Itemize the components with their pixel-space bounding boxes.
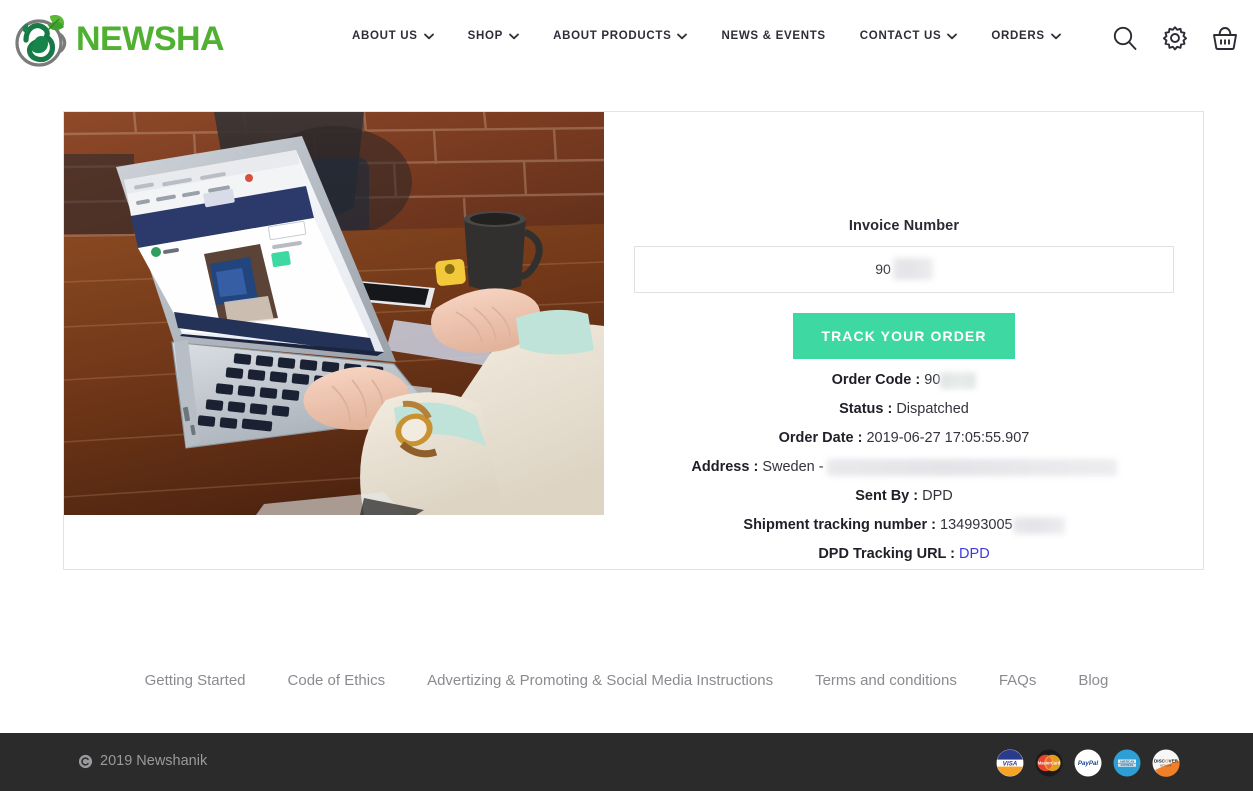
chevron-down-icon (677, 33, 688, 40)
svg-text:AMERICAN: AMERICAN (1120, 759, 1135, 763)
header-icon-group (1111, 24, 1239, 52)
nav-label: NEWS & EVENTS (721, 30, 826, 42)
detail-value: DPD (922, 488, 953, 504)
nav-label: ABOUT US (352, 30, 418, 42)
mastercard-badge-icon: MasterCard (1035, 749, 1063, 777)
dpd-tracking-link[interactable]: DPD (959, 546, 990, 562)
detail-value: Dispatched (896, 401, 969, 417)
detail-label: Address : (691, 459, 759, 475)
detail-row-address: Address : Sweden - (604, 453, 1204, 482)
footer-link-bar: Getting Started Code of Ethics Advertizi… (0, 672, 1253, 689)
invoice-number-value: 90 (875, 261, 891, 278)
detail-value: Sweden - (762, 459, 824, 475)
detail-label: Shipment tracking number : (743, 517, 936, 533)
order-details-panel: Invoice Number 90 TRACK YOUR ORDER Order… (604, 112, 1204, 569)
address-redaction (826, 458, 1117, 476)
chevron-down-icon (423, 33, 434, 40)
basket-icon[interactable] (1211, 24, 1239, 52)
nav-label: ABOUT PRODUCTS (553, 30, 672, 42)
nav-label: SHOP (467, 30, 504, 42)
visa-badge-icon: VISA (996, 749, 1024, 777)
tracking-number-redaction (1012, 516, 1065, 534)
detail-row-order-code: Order Code : 90 (604, 366, 1204, 395)
invoice-number-label: Invoice Number (848, 218, 960, 234)
svg-text:EXPRESS: EXPRESS (1121, 763, 1134, 767)
detail-label: Order Date : (778, 430, 863, 446)
footer-link-terms-and-conditions[interactable]: Terms and conditions (815, 672, 957, 689)
chevron-down-icon (1050, 33, 1061, 40)
nav-label: CONTACT US (859, 30, 942, 42)
detail-label: Sent By : (855, 488, 919, 504)
nav-item-about-products[interactable]: ABOUT PRODUCTS (553, 30, 688, 42)
detail-row-sent-by: Sent By : DPD (604, 482, 1204, 511)
footer-link-code-of-ethics[interactable]: Code of Ethics (288, 672, 386, 689)
nav-item-about-us[interactable]: ABOUT US (352, 30, 434, 42)
nav-item-shop[interactable]: SHOP (468, 30, 519, 42)
discover-badge-icon: DISCOVER NETWORK (1152, 749, 1180, 777)
detail-row-dpd-tracking-url: DPD Tracking URL : DPD (604, 540, 1204, 569)
svg-text:PayPal: PayPal (1078, 760, 1099, 767)
copyright-icon (78, 754, 93, 769)
invoice-number-redaction (892, 258, 933, 281)
paypal-badge-icon: PayPal (1074, 749, 1102, 777)
svg-text:DISCOVER: DISCOVER (1154, 759, 1179, 764)
footer-link-faqs[interactable]: FAQs (999, 672, 1037, 689)
invoice-number-input[interactable]: 90 (634, 246, 1174, 293)
footer-link-getting-started[interactable]: Getting Started (145, 672, 246, 689)
bottom-bar: 2019 Newshanik VISA MasterCard PayPal AM… (0, 733, 1253, 791)
detail-value: 134993005 (940, 517, 1013, 533)
newsha-swan-teapot-logo-icon (12, 10, 80, 68)
search-icon[interactable] (1111, 24, 1139, 52)
detail-label: Status : (839, 401, 893, 417)
detail-row-order-date: Order Date : 2019-06-27 17:05:55.907 (604, 424, 1204, 453)
detail-value: 90 (924, 372, 941, 388)
chevron-down-icon (509, 33, 519, 40)
gear-icon[interactable] (1161, 24, 1189, 52)
chevron-down-icon (947, 33, 958, 40)
hero-photo (64, 112, 604, 515)
amex-badge-icon: AMERICAN EXPRESS (1113, 749, 1141, 777)
order-code-redaction (940, 371, 977, 389)
site-logo[interactable]: NEWSHA (12, 10, 225, 68)
svg-text:VISA: VISA (1003, 760, 1018, 767)
copyright-notice: 2019 Newshanik (78, 753, 207, 769)
detail-label: Order Code : (831, 372, 921, 388)
nav-item-orders[interactable]: ORDERS (991, 30, 1061, 42)
order-tracking-card: Invoice Number 90 TRACK YOUR ORDER Order… (63, 111, 1204, 570)
page-root: NEWSHA ABOUT US SHOP ABOUT PRODUCTS NEWS… (0, 0, 1253, 791)
order-detail-list: Order Code : 90 Status : Dispatched Orde… (604, 366, 1204, 569)
nav-item-contact-us[interactable]: CONTACT US (860, 30, 958, 42)
detail-value: 2019-06-27 17:05:55.907 (866, 430, 1030, 446)
footer-link-advertizing-promoting-social-media[interactable]: Advertizing & Promoting & Social Media I… (427, 672, 773, 689)
footer-link-blog[interactable]: Blog (1078, 672, 1108, 689)
site-header: NEWSHA ABOUT US SHOP ABOUT PRODUCTS NEWS… (0, 0, 1253, 78)
nav-label: ORDERS (991, 30, 1045, 42)
logo-wordmark: NEWSHA (76, 20, 225, 58)
detail-row-shipment-tracking-number: Shipment tracking number : 134993005 (604, 511, 1204, 540)
copyright-text: 2019 Newshanik (100, 753, 208, 769)
main-navigation: ABOUT US SHOP ABOUT PRODUCTS NEWS & EVEN… (352, 30, 1061, 42)
track-your-order-button[interactable]: TRACK YOUR ORDER (793, 312, 1015, 359)
svg-text:NETWORK: NETWORK (1160, 764, 1173, 767)
nav-item-news-events[interactable]: NEWS & EVENTS (721, 30, 825, 42)
detail-label: DPD Tracking URL : (818, 546, 956, 562)
svg-text:MasterCard: MasterCard (1038, 761, 1061, 766)
payment-methods-group: VISA MasterCard PayPal AMERICAN EXPRESS … (996, 749, 1180, 777)
detail-row-status: Status : Dispatched (604, 395, 1204, 424)
